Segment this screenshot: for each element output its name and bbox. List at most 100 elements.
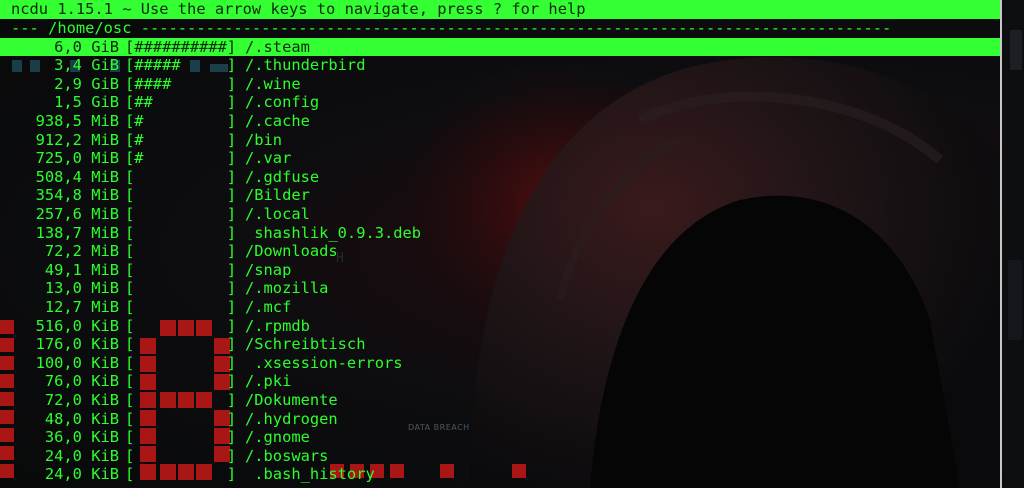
title-bar: ncdu 1.15.1 ~ Use the arrow keys to navi… — [0, 0, 1000, 19]
entry-size: 6,0 GiB — [54, 37, 119, 56]
entry-size: 72,2 MiB — [44, 242, 119, 261]
usage-bar: [ ] — [125, 428, 237, 447]
entry-size: 36,0 KiB — [44, 428, 119, 447]
entry-name: /.wine — [245, 74, 301, 93]
title-text: ncdu 1.15.1 ~ Use the arrow keys to navi… — [11, 0, 586, 18]
window-border — [1000, 0, 1002, 488]
usage-bar: [ ] — [125, 167, 237, 186]
entry-size: 938,5 MiB — [35, 111, 119, 130]
list-item[interactable]: 24,0 KiB [ ] /.boswars — [0, 447, 1000, 466]
usage-bar: [#### ] — [125, 74, 237, 93]
entry-size: 49,1 MiB — [44, 260, 119, 279]
list-item[interactable]: 24,0 KiB [ ] .bash_history — [0, 465, 1000, 484]
list-item[interactable]: 257,6 MiB [ ] /.local — [0, 205, 1000, 224]
usage-bar: [ ] — [125, 335, 237, 354]
entry-name: /.local — [245, 204, 310, 223]
entry-name: /.hydrogen — [245, 409, 338, 428]
usage-bar: [##########] — [125, 37, 237, 56]
entry-name: /.pki — [245, 372, 292, 391]
entry-size: 13,0 MiB — [44, 279, 119, 298]
list-item[interactable]: 176,0 KiB [ ] /Schreibtisch — [0, 335, 1000, 354]
list-item[interactable]: 49,1 MiB [ ] /snap — [0, 261, 1000, 280]
entry-size: 176,0 KiB — [35, 335, 119, 354]
current-path-line: --- /home/osc --------------------------… — [11, 19, 892, 37]
entry-size: 24,0 KiB — [44, 465, 119, 484]
entry-size: 725,0 MiB — [35, 149, 119, 168]
list-item[interactable]: 3,4 GiB [##### ] /.thunderbird — [0, 56, 1000, 75]
usage-bar: [ ] — [125, 390, 237, 409]
entry-name: /.gdfuse — [245, 167, 320, 186]
usage-bar: [ ] — [125, 223, 237, 242]
entry-name: /.var — [245, 149, 292, 168]
list-item[interactable]: 100,0 KiB [ ] .xsession-errors — [0, 354, 1000, 373]
entry-name: /.config — [245, 93, 320, 112]
entry-size: 257,6 MiB — [35, 204, 119, 223]
usage-bar: [ ] — [125, 260, 237, 279]
entry-name: /Downloads — [245, 242, 338, 261]
usage-bar: [ ] — [125, 279, 237, 298]
entry-name: /.steam — [245, 37, 310, 56]
list-item[interactable]: 912,2 MiB [# ] /bin — [0, 131, 1000, 150]
list-item[interactable]: 725,0 MiB [# ] /.var — [0, 149, 1000, 168]
entry-size: 354,8 MiB — [35, 186, 119, 205]
list-item[interactable]: 354,8 MiB [ ] /Bilder — [0, 186, 1000, 205]
entry-name: /bin — [245, 130, 283, 149]
entry-size: 138,7 MiB — [35, 223, 119, 242]
list-item[interactable]: 938,5 MiB [# ] /.cache — [0, 112, 1000, 131]
entry-name: /snap — [245, 260, 292, 279]
list-item[interactable]: 72,2 MiB [ ] /Downloads — [0, 242, 1000, 261]
list-item[interactable]: 508,4 MiB [ ] /.gdfuse — [0, 168, 1000, 187]
entry-name: /.mozilla — [245, 279, 329, 298]
entry-name: /.thunderbird — [245, 56, 366, 75]
entry-name: /.boswars — [245, 446, 329, 465]
usage-bar: [# ] — [125, 130, 237, 149]
entry-name: shashlik_0.9.3.deb — [245, 223, 422, 242]
entry-size: 24,0 KiB — [44, 446, 119, 465]
list-item[interactable]: 12,7 MiB [ ] /.mcf — [0, 298, 1000, 317]
usage-bar: [ ] — [125, 353, 237, 372]
entry-size: 508,4 MiB — [35, 167, 119, 186]
usage-bar: [ ] — [125, 204, 237, 223]
entry-name: /Schreibtisch — [245, 335, 366, 354]
usage-bar: [ ] — [125, 242, 237, 261]
list-item[interactable]: 6,0 GiB [##########] /.steam — [0, 37, 1000, 57]
usage-bar: [##### ] — [125, 56, 237, 75]
entry-size: 1,5 GiB — [54, 93, 119, 112]
entry-name: /Dokumente — [245, 390, 338, 409]
entry-size: 12,7 MiB — [44, 297, 119, 316]
entry-size: 100,0 KiB — [35, 353, 119, 372]
entry-name: /.rpmdb — [245, 316, 310, 335]
usage-bar: [ ] — [125, 186, 237, 205]
list-item[interactable]: 1,5 GiB [## ] /.config — [0, 93, 1000, 112]
entry-name: .xsession-errors — [245, 353, 403, 372]
entry-name: /.gnome — [245, 428, 310, 447]
usage-bar: [# ] — [125, 149, 237, 168]
entry-size: 48,0 KiB — [44, 409, 119, 428]
list-item[interactable]: 2,9 GiB [#### ] /.wine — [0, 75, 1000, 94]
desktop-screen: H DATA BREACH ncdu 1.15.1 ~ Use the arro… — [0, 0, 1024, 488]
entry-size: 72,0 KiB — [44, 390, 119, 409]
usage-bar: [ ] — [125, 465, 237, 484]
list-item[interactable]: 48,0 KiB [ ] /.hydrogen — [0, 410, 1000, 429]
usage-bar: [## ] — [125, 93, 237, 112]
ncdu-terminal[interactable]: ncdu 1.15.1 ~ Use the arrow keys to navi… — [0, 0, 1002, 488]
usage-bar: [ ] — [125, 372, 237, 391]
entry-size: 3,4 GiB — [54, 56, 119, 75]
usage-bar: [ ] — [125, 409, 237, 428]
entry-name: .bash_history — [245, 465, 375, 484]
entry-size: 76,0 KiB — [44, 372, 119, 391]
entry-size: 2,9 GiB — [54, 74, 119, 93]
list-item[interactable]: 138,7 MiB [ ] shashlik_0.9.3.deb — [0, 224, 1000, 243]
usage-bar: [ ] — [125, 446, 237, 465]
entry-size: 516,0 KiB — [35, 316, 119, 335]
entry-name: /.cache — [245, 111, 310, 130]
list-item[interactable]: 72,0 KiB [ ] /Dokumente — [0, 391, 1000, 410]
list-item[interactable]: 516,0 KiB [ ] /.rpmdb — [0, 317, 1000, 336]
entry-name: /.mcf — [245, 297, 292, 316]
entry-size: 912,2 MiB — [35, 130, 119, 149]
list-item[interactable]: 76,0 KiB [ ] /.pki — [0, 372, 1000, 391]
entry-name: /Bilder — [245, 186, 310, 205]
list-item[interactable]: 36,0 KiB [ ] /.gnome — [0, 428, 1000, 447]
list-item[interactable]: 13,0 MiB [ ] /.mozilla — [0, 279, 1000, 298]
usage-bar: [# ] — [125, 111, 237, 130]
